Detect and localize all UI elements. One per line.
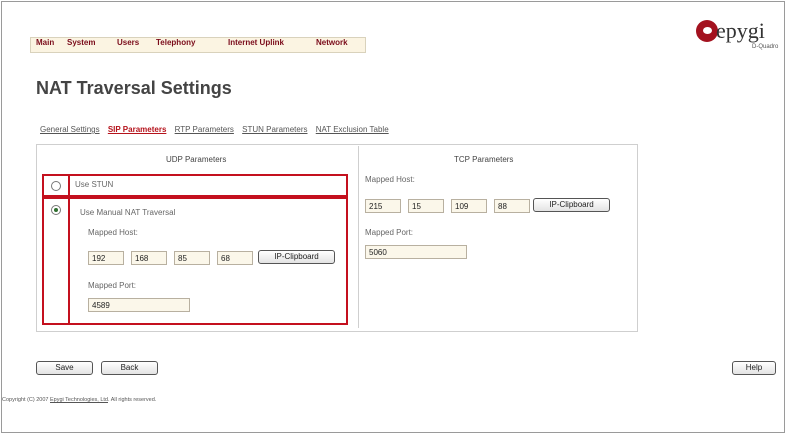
udp-mapped-port-label: Mapped Port:: [88, 281, 137, 290]
page-title: NAT Traversal Settings: [36, 78, 232, 98]
menu-item-main[interactable]: Main: [36, 38, 54, 47]
tcp-ip-octet-4[interactable]: 88: [494, 199, 530, 213]
back-button[interactable]: Back: [101, 361, 158, 375]
copyright-footer: Copyright (C) 2007 Epygi Technologies, L…: [2, 397, 156, 403]
tcp-parameters-title: TCP Parameters: [454, 155, 514, 164]
panel-divider: [358, 146, 359, 328]
udp-ip-clipboard-button[interactable]: IP-Clipboard: [258, 250, 335, 264]
udp-ip-octet-4[interactable]: 68: [217, 251, 253, 265]
radio-column-divider: [68, 174, 70, 325]
use-manual-nat-label: Use Manual NAT Traversal: [80, 208, 176, 217]
tab-nat-exclusion-table[interactable]: NAT Exclusion Table: [316, 125, 389, 134]
menu-item-users[interactable]: Users: [117, 38, 139, 47]
menu-item-system[interactable]: System: [67, 38, 95, 47]
menu-item-internet-uplink[interactable]: Internet Uplink: [228, 38, 284, 47]
help-button[interactable]: Help: [732, 361, 776, 375]
tcp-ip-clipboard-button[interactable]: IP-Clipboard: [533, 198, 610, 212]
tab-stun-parameters[interactable]: STUN Parameters: [242, 125, 307, 134]
logo-word: epygi: [716, 18, 765, 43]
tab-bar: General Settings SIP Parameters RTP Para…: [40, 125, 395, 134]
tab-sip-parameters[interactable]: SIP Parameters: [108, 125, 167, 134]
copyright-suffix: . All rights reserved.: [108, 397, 157, 403]
udp-ip-octet-3[interactable]: 85: [174, 251, 210, 265]
tcp-mapped-host-label: Mapped Host:: [365, 175, 415, 184]
udp-mapped-port-input[interactable]: 4589: [88, 298, 190, 312]
company-link[interactable]: Epygi Technologies, Ltd: [50, 397, 108, 403]
use-stun-label: Use STUN: [75, 180, 114, 189]
tcp-ip-octet-3[interactable]: 109: [451, 199, 487, 213]
menu-item-telephony[interactable]: Telephony: [156, 38, 195, 47]
tab-general-settings[interactable]: General Settings: [40, 125, 100, 134]
use-stun-radio[interactable]: [51, 181, 61, 191]
udp-ip-octet-2[interactable]: 168: [131, 251, 167, 265]
copyright-prefix: Copyright (C) 2007: [2, 397, 50, 403]
use-manual-nat-radio[interactable]: [51, 205, 61, 215]
udp-ip-octet-1[interactable]: 192: [88, 251, 124, 265]
logo-mark-icon: [696, 20, 718, 42]
tcp-mapped-port-label: Mapped Port:: [365, 228, 414, 237]
udp-mapped-host-label: Mapped Host:: [88, 228, 138, 237]
save-button[interactable]: Save: [36, 361, 93, 375]
tcp-ip-octet-1[interactable]: 215: [365, 199, 401, 213]
tab-rtp-parameters[interactable]: RTP Parameters: [175, 125, 234, 134]
tcp-mapped-port-input[interactable]: 5060: [365, 245, 467, 259]
tcp-ip-octet-2[interactable]: 15: [408, 199, 444, 213]
udp-parameters-title: UDP Parameters: [166, 155, 227, 164]
logo-subtitle: D-Quadro: [752, 44, 779, 50]
menu-item-network[interactable]: Network: [316, 38, 348, 47]
epygi-logo: epygi D-Quadro: [696, 18, 782, 50]
